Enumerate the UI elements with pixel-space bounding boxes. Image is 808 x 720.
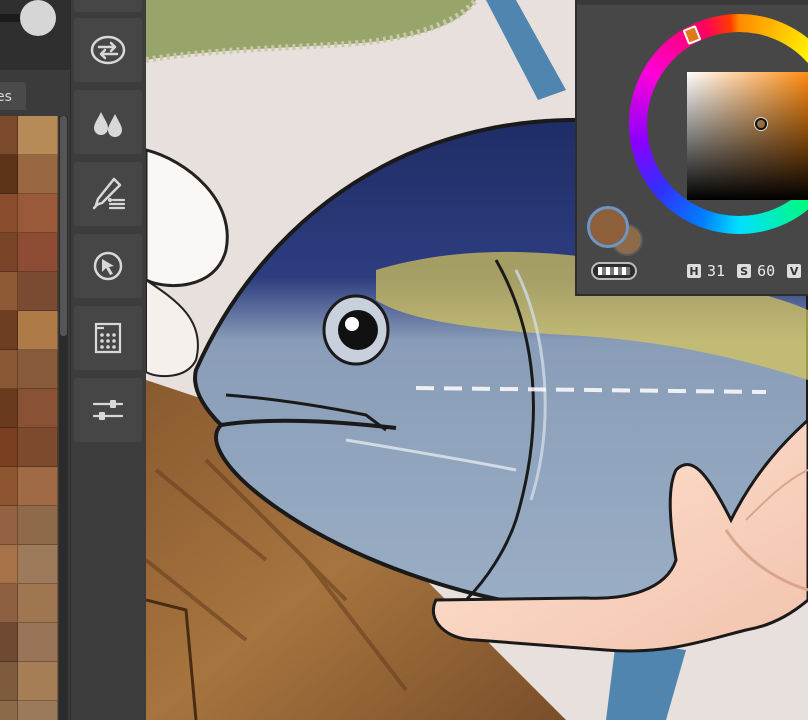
color-swatch[interactable] xyxy=(0,311,18,350)
color-swatch[interactable] xyxy=(18,350,58,389)
brush-size-preview[interactable] xyxy=(0,0,70,70)
color-swatch[interactable] xyxy=(18,311,58,350)
color-swatch[interactable] xyxy=(18,233,58,272)
saturation-value-square[interactable] xyxy=(687,72,808,200)
swatch-scrollbar-thumb[interactable] xyxy=(60,116,67,336)
color-swatch[interactable] xyxy=(0,155,18,194)
color-panel: H 31 S 60 V xyxy=(575,0,808,296)
color-swatch[interactable] xyxy=(0,701,18,720)
color-panel-header[interactable] xyxy=(577,0,808,5)
swatch-scrollbar[interactable] xyxy=(59,116,68,720)
value-label: V xyxy=(787,264,802,278)
sliders-icon xyxy=(92,400,124,420)
transform-tool-button[interactable] xyxy=(74,18,142,82)
tool-column xyxy=(70,0,146,720)
color-swatch[interactable] xyxy=(0,584,18,623)
transparent-color-toggle[interactable] xyxy=(591,262,637,280)
color-swatch[interactable] xyxy=(0,350,18,389)
color-swatch[interactable] xyxy=(0,116,18,155)
color-swatch[interactable] xyxy=(18,506,58,545)
color-swatch[interactable] xyxy=(18,623,58,662)
brush-menu-icon xyxy=(92,177,126,210)
color-swatch[interactable] xyxy=(0,506,18,545)
color-swatch[interactable] xyxy=(18,467,58,506)
color-swatch[interactable] xyxy=(0,272,18,311)
color-swatch[interactable] xyxy=(0,389,18,428)
water-drops-icon xyxy=(94,112,122,137)
color-swatch[interactable] xyxy=(18,701,58,720)
grid-tool-button[interactable] xyxy=(74,306,142,370)
swatch-grid xyxy=(0,116,58,720)
cursor-circle-icon xyxy=(93,251,123,281)
tool-button-partial[interactable] xyxy=(74,0,142,12)
color-swatch[interactable] xyxy=(0,545,18,584)
color-swatch[interactable] xyxy=(18,662,58,701)
color-swatch[interactable] xyxy=(18,428,58,467)
hsv-readout: H 31 S 60 V xyxy=(687,262,802,280)
checkerboard-icon xyxy=(598,267,630,275)
saturation-value-cursor[interactable] xyxy=(755,118,767,130)
color-swatch[interactable] xyxy=(18,155,58,194)
color-swatch[interactable] xyxy=(18,194,58,233)
adjustments-tool-button[interactable] xyxy=(74,378,142,442)
swap-arrows-icon xyxy=(90,35,126,65)
brush-size-dot xyxy=(20,0,56,36)
color-swatch[interactable] xyxy=(0,233,18,272)
hue-value[interactable]: 31 xyxy=(707,262,725,280)
color-swatch[interactable] xyxy=(18,116,58,155)
select-tool-button[interactable] xyxy=(74,234,142,298)
saturation-label: S xyxy=(737,264,752,278)
color-swatch[interactable] xyxy=(18,545,58,584)
color-swatch[interactable] xyxy=(0,194,18,233)
primary-color-swatch[interactable] xyxy=(587,206,629,248)
dot-grid-icon xyxy=(94,322,122,354)
color-swatch[interactable] xyxy=(0,662,18,701)
brush-settings-tool-button[interactable] xyxy=(74,162,142,226)
color-swatch[interactable] xyxy=(0,623,18,662)
hue-label: H xyxy=(687,264,701,278)
color-swatch[interactable] xyxy=(18,272,58,311)
swatches-panel: es xyxy=(0,0,70,720)
saturation-value[interactable]: 60 xyxy=(757,262,775,280)
color-swatch[interactable] xyxy=(18,389,58,428)
blend-tool-button[interactable] xyxy=(74,90,142,154)
color-swatch[interactable] xyxy=(0,467,18,506)
swatches-tab[interactable]: es xyxy=(0,82,26,110)
color-swatch[interactable] xyxy=(18,584,58,623)
color-swatch[interactable] xyxy=(0,428,18,467)
